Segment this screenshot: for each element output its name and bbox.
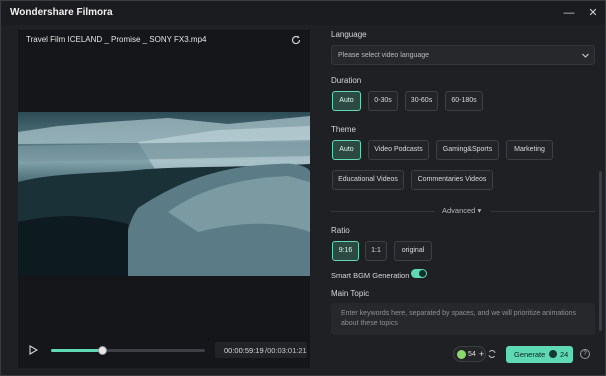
generate-label: Generate	[514, 350, 546, 359]
ratio-option-9-16[interactable]: 9:16	[332, 241, 359, 261]
title-bar: Wondershare Filmora — ✕	[1, 1, 605, 25]
duration-option-0-30s[interactable]: 0-30s	[368, 91, 398, 111]
theme-option-auto[interactable]: Auto	[332, 140, 361, 160]
progress-slider[interactable]	[51, 346, 205, 355]
main-topic-placeholder: Enter keywords here, separated by spaces…	[341, 310, 577, 327]
toggle-knob	[419, 270, 426, 277]
chevron-down-icon	[582, 53, 589, 58]
file-bar: Travel Film ICELAND _ Promise _ SONY FX3…	[18, 30, 310, 52]
duration-option-30-60s[interactable]: 30-60s	[405, 91, 438, 111]
video-frame[interactable]	[18, 112, 310, 276]
progress-handle[interactable]	[98, 346, 108, 355]
duration-option-60-180s[interactable]: 60-180s	[445, 91, 483, 111]
minimize-icon[interactable]: —	[561, 5, 577, 21]
smart-bgm-toggle[interactable]	[411, 269, 427, 278]
play-icon[interactable]	[28, 345, 38, 355]
progress-fill	[51, 349, 104, 352]
theme-option-gaming-sports[interactable]: Gaming&Sports	[436, 140, 499, 160]
file-name: Travel Film ICELAND _ Promise _ SONY FX3…	[26, 35, 207, 44]
divider	[491, 211, 595, 212]
ratio-option-original[interactable]: original	[394, 241, 432, 261]
credits-count: 54	[468, 351, 476, 358]
glacier-image	[18, 116, 310, 276]
theme-label: Theme	[331, 125, 356, 134]
timecode-display: 00:00:59:19 /00:03:01:21	[215, 342, 307, 358]
advanced-toggle[interactable]: Advanced ▾	[331, 205, 595, 217]
theme-option-marketing[interactable]: Marketing	[506, 140, 553, 160]
duration-option-auto[interactable]: Auto	[332, 91, 361, 111]
window-title: Wondershare Filmora	[10, 7, 113, 18]
advanced-label: Advanced ▾	[442, 206, 482, 215]
language-select[interactable]: Please select video language	[331, 45, 595, 65]
help-icon[interactable]: ?	[580, 349, 590, 359]
divider	[331, 211, 435, 212]
main-topic-label: Main Topic	[331, 289, 370, 298]
playback-controls: 00:00:59:19 /00:03:01:21	[18, 339, 310, 361]
close-icon[interactable]: ✕	[585, 5, 601, 21]
generate-button[interactable]: Generate 24	[506, 346, 573, 363]
ratio-option-1-1[interactable]: 1:1	[365, 241, 387, 261]
settings-scrollbar[interactable]	[599, 171, 602, 331]
language-placeholder: Please select video language	[338, 52, 430, 59]
video-preview-panel: Travel Film ICELAND _ Promise _ SONY FX3…	[18, 30, 310, 368]
main-topic-input[interactable]: Enter keywords here, separated by spaces…	[331, 303, 595, 335]
smart-bgm-label: Smart BGM Generation	[331, 271, 410, 280]
theme-option-commentaries-videos[interactable]: Commentaries Videos	[411, 170, 493, 190]
settings-panel: Language Please select video language Du…	[331, 27, 597, 345]
swap-icon[interactable]	[487, 349, 497, 359]
current-time: 00:00:59:19	[224, 346, 264, 355]
coin-icon	[457, 350, 466, 359]
duration-label: Duration	[331, 76, 362, 85]
app-window: Wondershare Filmora — ✕ Travel Film ICEL…	[0, 0, 606, 376]
refresh-icon[interactable]	[290, 34, 302, 46]
credits-badge[interactable]: 54 +	[453, 346, 486, 362]
language-label: Language	[331, 30, 367, 39]
add-credits-icon[interactable]: +	[479, 349, 484, 359]
ratio-label: Ratio	[331, 226, 350, 235]
generate-cost: 24	[560, 350, 569, 359]
credit-icon	[549, 350, 557, 358]
total-time: /00:03:01:21	[265, 346, 307, 355]
theme-option-video-podcasts[interactable]: Video Podcasts	[368, 140, 429, 160]
theme-option-educational-videos[interactable]: Educational Videos	[332, 170, 404, 190]
